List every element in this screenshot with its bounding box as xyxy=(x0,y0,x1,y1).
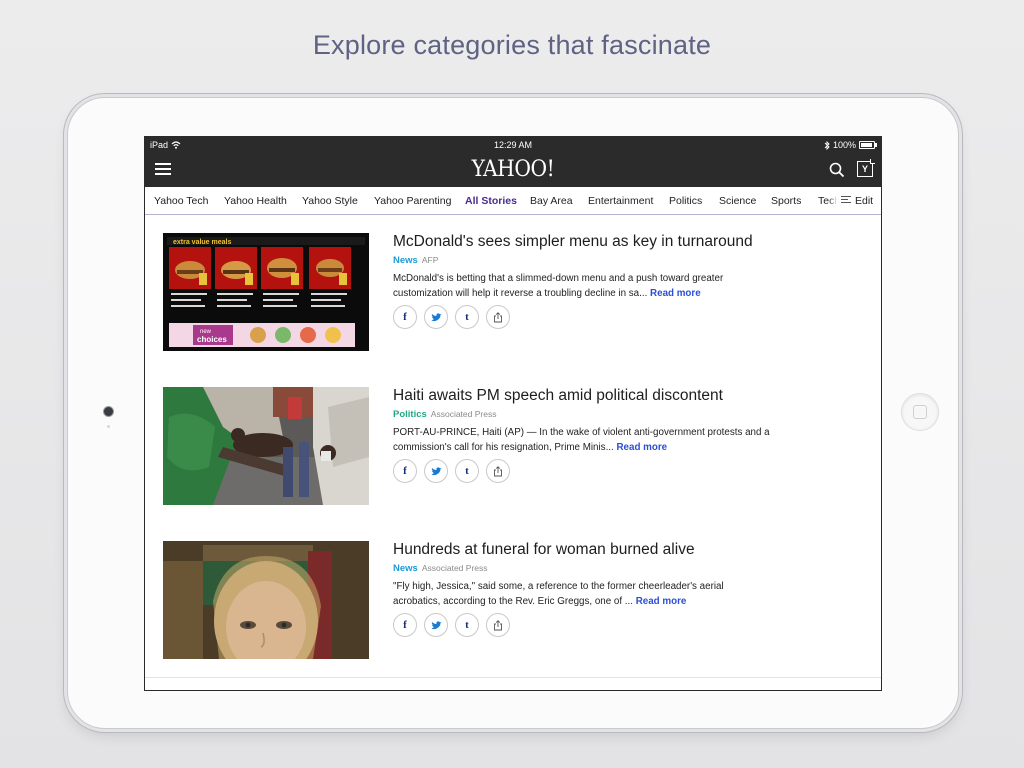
tab-entertainment[interactable]: Entertainment xyxy=(588,195,653,207)
story-source: Associated Press xyxy=(421,563,488,573)
battery-percent: 100% xyxy=(832,140,856,150)
edit-button[interactable]: Edit xyxy=(855,195,873,207)
tab-politics[interactable]: Politics xyxy=(669,195,702,207)
tab-bay-area[interactable]: Bay Area xyxy=(530,195,573,207)
facebook-icon[interactable]: f xyxy=(393,305,417,329)
story-category[interactable]: Politics xyxy=(393,409,427,420)
tumblr-icon[interactable]: t xyxy=(455,459,479,483)
story-meta: Politics Associated Press xyxy=(393,409,496,420)
app-screen: iPad 12:29 AM 100% YAHOO! Y Yahoo Tech Y… xyxy=(144,136,882,691)
camera-icon xyxy=(104,407,113,416)
marketing-tagline: Explore categories that fascinate xyxy=(312,30,712,60)
tab-yahoo-parenting[interactable]: Yahoo Parenting xyxy=(374,195,451,207)
story-meta: News Associated Press xyxy=(393,563,488,574)
tab-yahoo-tech[interactable]: Yahoo Tech xyxy=(154,195,209,207)
status-right: 100% xyxy=(824,140,877,150)
bluetooth-icon xyxy=(824,140,830,150)
story-source: AFP xyxy=(421,255,439,265)
story-title[interactable]: McDonald's sees simpler menu as key in t… xyxy=(393,233,753,251)
home-button[interactable] xyxy=(901,393,939,431)
read-more-link[interactable]: Read more xyxy=(636,596,687,607)
story-title[interactable]: Hundreds at funeral for woman burned ali… xyxy=(393,541,695,559)
story-summary: "Fly high, Jessica," said some, a refere… xyxy=(393,581,724,607)
share-icon[interactable] xyxy=(486,613,510,637)
story-summary: PORT-AU-PRINCE, Haiti (AP) — In the wake… xyxy=(393,427,770,453)
tab-yahoo-style[interactable]: Yahoo Style xyxy=(302,195,358,207)
status-bar: iPad 12:29 AM 100% xyxy=(145,137,881,153)
story-thumbnail-woman-portrait[interactable] xyxy=(163,541,369,659)
battery-icon xyxy=(859,141,877,149)
read-more-link[interactable]: Read more xyxy=(616,442,667,453)
twitter-icon[interactable] xyxy=(424,305,448,329)
edit-tabs[interactable]: Edit xyxy=(839,187,881,214)
list-edit-icon xyxy=(841,196,851,204)
category-tabs: Yahoo Tech Yahoo Health Yahoo Style Yaho… xyxy=(145,187,881,215)
share-buttons: f t xyxy=(393,613,510,637)
tab-sports[interactable]: Sports xyxy=(771,195,801,207)
story-card[interactable]: Hundreds at funeral for woman burned ali… xyxy=(145,523,881,678)
share-buttons: f t xyxy=(393,305,510,329)
story-title[interactable]: Haiti awaits PM speech amid political di… xyxy=(393,387,723,405)
story-thumbnail-haiti-protest[interactable] xyxy=(163,387,369,505)
story-source: Associated Press xyxy=(430,409,497,419)
story-meta: News AFP xyxy=(393,255,438,266)
share-buttons: f t xyxy=(393,459,510,483)
facebook-icon[interactable]: f xyxy=(393,613,417,637)
twitter-icon[interactable] xyxy=(424,459,448,483)
story-card[interactable]: Haiti awaits PM speech amid political di… xyxy=(145,369,881,524)
story-thumbnail-mcdonalds-menu[interactable]: extra value meals new choices xyxy=(163,233,369,351)
tumblr-icon[interactable]: t xyxy=(455,305,479,329)
story-summary: McDonald's is betting that a slimmed-dow… xyxy=(393,273,724,299)
menu-banner-choices: choices xyxy=(197,335,227,344)
share-icon[interactable] xyxy=(486,305,510,329)
menu-board-header: extra value meals xyxy=(173,239,231,246)
yahoo-logo[interactable]: YAHOO! xyxy=(174,157,851,182)
read-more-link[interactable]: Read more xyxy=(650,288,701,299)
status-time: 12:29 AM xyxy=(493,140,533,150)
story-category[interactable]: News xyxy=(393,563,418,574)
yahoo-mail-icon[interactable]: Y xyxy=(857,159,875,177)
search-icon[interactable] xyxy=(829,162,845,178)
tab-tech[interactable]: Tech xyxy=(818,195,840,207)
sensor-dot xyxy=(107,425,110,428)
top-navbar: YAHOO! Y xyxy=(145,153,881,187)
tab-all-stories[interactable]: All Stories xyxy=(465,195,517,207)
tab-yahoo-health[interactable]: Yahoo Health xyxy=(224,195,287,207)
share-icon[interactable] xyxy=(486,459,510,483)
story-category[interactable]: News xyxy=(393,255,418,266)
tumblr-icon[interactable]: t xyxy=(455,613,479,637)
hamburger-menu-icon[interactable] xyxy=(155,163,171,176)
tab-science[interactable]: Science xyxy=(719,195,756,207)
story-card[interactable]: extra value meals new choices McDonald's… xyxy=(145,215,881,370)
twitter-icon[interactable] xyxy=(424,613,448,637)
facebook-icon[interactable]: f xyxy=(393,459,417,483)
